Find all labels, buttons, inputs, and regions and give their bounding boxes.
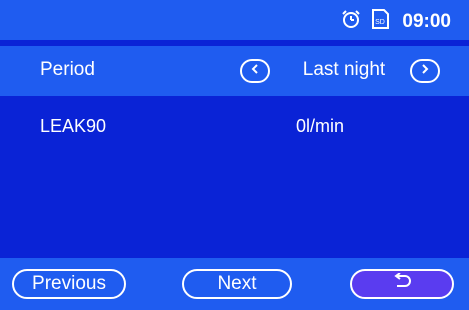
bottom-bar: Previous Next bbox=[0, 258, 469, 310]
alarm-clock-icon bbox=[340, 8, 362, 35]
chevron-left-icon bbox=[249, 62, 261, 80]
period-label: Period bbox=[40, 59, 95, 80]
sd-card-icon: SD bbox=[370, 8, 390, 35]
period-prev-button[interactable] bbox=[240, 59, 270, 83]
leak90-label: LEAK90 bbox=[40, 116, 107, 136]
next-button[interactable]: Next bbox=[182, 269, 292, 299]
period-row: Period Last night bbox=[0, 46, 469, 96]
back-button[interactable] bbox=[350, 269, 454, 299]
status-bar: SD 09:00 bbox=[0, 0, 469, 40]
period-next-button[interactable] bbox=[410, 59, 440, 83]
leak90-value: 0l/min bbox=[296, 116, 345, 136]
status-icons: SD 09:00 bbox=[340, 8, 451, 35]
clock-time: 09:00 bbox=[402, 10, 451, 32]
leak90-row: LEAK90 0l/min bbox=[0, 96, 469, 146]
period-value: Last night bbox=[302, 59, 386, 80]
device-screen: SD 09:00 Period Last night LEAK90 0l/min… bbox=[0, 0, 469, 310]
svg-text:SD: SD bbox=[376, 19, 386, 26]
previous-button[interactable]: Previous bbox=[12, 269, 126, 299]
return-arrow-icon bbox=[391, 272, 413, 295]
chevron-right-icon bbox=[419, 62, 431, 80]
